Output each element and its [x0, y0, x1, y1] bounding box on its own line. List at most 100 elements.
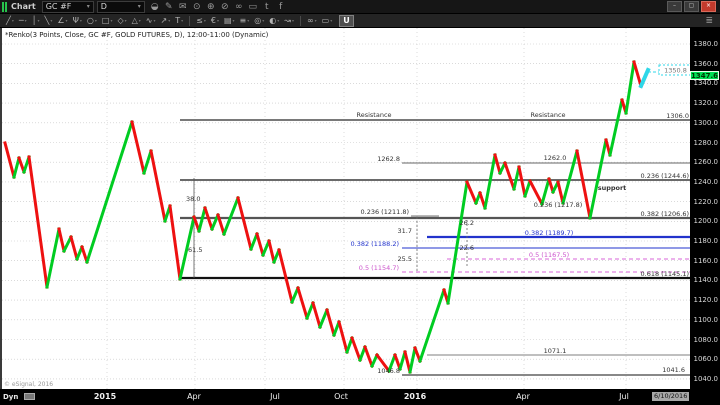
zoom-in-icon[interactable]: ⊕	[204, 1, 218, 13]
fib-timezone-tool[interactable]: ≡ ▾	[238, 15, 252, 27]
tool-dropdown-icon[interactable]: ▾	[217, 15, 219, 27]
annotation-text: support	[598, 184, 627, 192]
annotation-text: 0.382 (1189.7)	[525, 229, 574, 237]
link-icon[interactable]: ∞	[232, 1, 246, 13]
triangle-tool[interactable]: △ ▾	[130, 15, 143, 27]
fib-retracement-tool[interactable]: ≤ ▾	[194, 15, 208, 27]
annotation-text: Resistance	[530, 111, 565, 119]
renko-series	[325, 308, 336, 337]
renko-series	[318, 308, 329, 329]
tool-dropdown-icon[interactable]: ▾	[315, 15, 317, 27]
renko-series	[624, 60, 636, 115]
window-icon[interactable]: ▭	[246, 1, 260, 13]
link-objects-tool[interactable]: ∞ ▾	[305, 15, 319, 27]
undo-button[interactable]: U	[339, 14, 354, 27]
dyn-mode-toggle[interactable]: Dyn	[3, 393, 18, 401]
tool-dropdown-icon[interactable]: ▾	[247, 15, 249, 27]
renko-series	[517, 165, 527, 198]
price-label: 1180.0	[693, 237, 719, 245]
renko-series	[27, 155, 49, 289]
renko-series	[130, 120, 146, 175]
interval-value: D	[100, 2, 107, 11]
grid-mode-icon[interactable]	[24, 393, 35, 400]
tool-dropdown-icon[interactable]: ▾	[38, 15, 40, 27]
tool-dropdown-icon[interactable]: ▾	[50, 15, 52, 27]
fib-fan-tool[interactable]: ▤ ▾	[222, 15, 237, 27]
tool-dropdown-icon[interactable]: ▾	[204, 15, 206, 27]
annotation-text: 1041.6	[662, 366, 685, 374]
fib-extension-tool[interactable]: € ▾	[209, 15, 221, 27]
angle-tool[interactable]: ∠ ▾	[55, 15, 69, 27]
trendline-tool[interactable]: ╱ ▾	[4, 15, 16, 27]
pitchfork-tool[interactable]: Ψ ▾	[71, 15, 84, 27]
price-axis[interactable]: 1380.0 1360.0 1340.0 1320.0 1300.0 1280.0 1260…	[690, 28, 720, 389]
renko-series	[446, 180, 469, 305]
renko-series	[503, 161, 516, 191]
pencil-icon[interactable]: ✎	[162, 1, 176, 13]
price-label: 1320.0	[693, 99, 719, 108]
tool-dropdown-icon[interactable]: ▾	[80, 15, 82, 27]
renko-series	[350, 336, 362, 362]
note-tool[interactable]: ▭ ▾	[320, 15, 335, 27]
time-axis[interactable]: Dyn 6/10/2016 2015 Apr Jul Oct 2016 Apr Jul	[0, 389, 720, 405]
tool-dropdown-icon[interactable]: ▾	[25, 15, 27, 27]
tool-dropdown-icon[interactable]: ▾	[168, 15, 170, 27]
chart-grip-icon[interactable]	[2, 1, 8, 12]
twitter-icon[interactable]: t	[260, 1, 274, 13]
tool-dropdown-icon[interactable]: ▾	[139, 15, 141, 27]
chevron-down-icon: ▾	[137, 3, 141, 10]
vertical-line-tool[interactable]: │ ▾	[30, 15, 42, 27]
tool-dropdown-icon[interactable]: ▾	[181, 15, 183, 27]
price-label: 1240.0	[693, 177, 719, 186]
annotation-text: 0.5 (1154.7)	[359, 264, 399, 272]
tool-dropdown-icon[interactable]: ▾	[292, 15, 294, 27]
tool-dropdown-icon[interactable]: ▾	[154, 15, 156, 27]
tool-dropdown-icon[interactable]: ▾	[66, 15, 68, 27]
tool-dropdown-icon[interactable]: ▾	[262, 15, 264, 27]
text-tool[interactable]: T ▾	[173, 15, 185, 27]
minimize-button[interactable]: –	[667, 1, 682, 12]
tool-dropdown-icon[interactable]: ▾	[110, 15, 112, 27]
gann-tool[interactable]: ◐ ▾	[267, 15, 281, 27]
fib-timezone-tool-glyph: ≡	[239, 15, 247, 25]
link-objects-tool-glyph: ∞	[306, 15, 314, 25]
chat-icon[interactable]: ✉	[176, 1, 190, 13]
brush-tool[interactable]: ∿ ▾	[144, 15, 158, 27]
time-label: Apr	[516, 392, 530, 401]
annotation-text: 0.236 (1217.8)	[534, 201, 583, 209]
current-price-badge: 1347.6	[690, 71, 719, 81]
zoom-out-icon[interactable]: ⊘	[218, 1, 232, 13]
tool-dropdown-icon[interactable]: ▾	[330, 15, 332, 27]
time-label: Apr	[187, 392, 201, 401]
rectangle-tool[interactable]: □ ▾	[100, 15, 115, 27]
regression-tool[interactable]: ↝ ▾	[282, 15, 296, 27]
symbol-select[interactable]: GC #F ▾	[41, 0, 94, 13]
horizontal-line-tool[interactable]: ─ ▾	[17, 15, 29, 27]
facebook-icon[interactable]: f	[274, 1, 288, 13]
search-icon[interactable]: ⊙	[190, 1, 204, 13]
time-label: 2016	[403, 392, 427, 401]
arrow-tool[interactable]: ↗ ▾	[159, 15, 173, 27]
tool-dropdown-icon[interactable]: ▾	[12, 15, 14, 27]
panel-menu-icon[interactable]: ≣	[705, 16, 716, 26]
close-button[interactable]: ×	[701, 1, 716, 12]
renko-chart[interactable]: 1350.8 Resistance Resistance 1306.0 1262.8 12…	[2, 28, 690, 389]
tool-dropdown-icon[interactable]: ▾	[277, 15, 279, 27]
renko-series	[608, 98, 624, 157]
restore-button[interactable]: ▢	[684, 1, 699, 12]
polygon-tool[interactable]: ◇ ▾	[115, 15, 128, 27]
note-tool-glyph: ▭	[321, 15, 330, 25]
clock-icon[interactable]: ◒	[148, 1, 162, 13]
renko-series	[588, 138, 608, 220]
tool-dropdown-icon[interactable]: ▾	[95, 15, 97, 27]
fib-extension-tool-glyph: €	[210, 15, 216, 25]
tool-dropdown-icon[interactable]: ▾	[233, 15, 235, 27]
drawing-toolbar: ╱ ▾ ─ ▾ │ ▾ ╲ ▾ ∠ ▾ Ψ ▾ ○ ▾ □ ▾ ◇ ▾ △ ▾ ∿ ▾ ↗ ▾ T ▾ ≤ ▾ € ▾ ▤ ▾ ≡ ▾ ◎ ▾ ◐ ▾ ↝ ▾…	[0, 14, 720, 28]
cycle-tool[interactable]: ◎ ▾	[252, 15, 266, 27]
interval-select[interactable]: D ▾	[96, 0, 145, 13]
chart-canvas[interactable]: 1350.8 Resistance Resistance 1306.0 1262.8 12…	[0, 28, 690, 389]
ray-tool[interactable]: ╲ ▾	[43, 15, 55, 27]
ellipse-tool[interactable]: ○ ▾	[85, 15, 99, 27]
tool-dropdown-icon[interactable]: ▾	[125, 15, 127, 27]
renko-series	[12, 156, 21, 179]
